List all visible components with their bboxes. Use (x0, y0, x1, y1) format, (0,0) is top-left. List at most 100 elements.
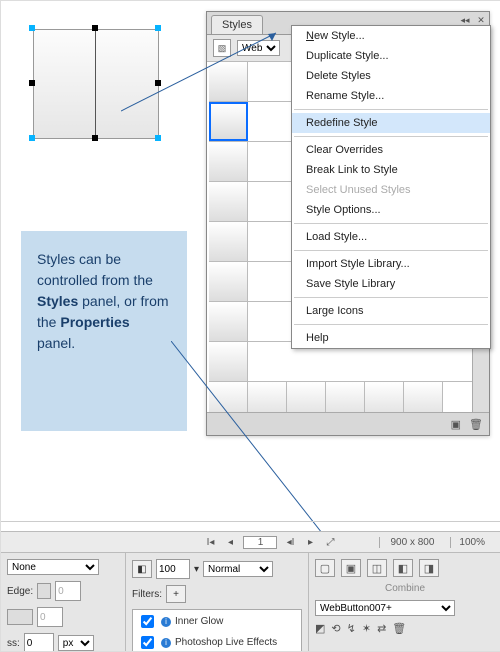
menu-item[interactable]: Save Style Library (292, 274, 490, 294)
filter-info-icon[interactable]: i (161, 617, 171, 627)
applied-style-select[interactable]: WebButton007+ (315, 600, 455, 616)
styles-context-menu: New Style...Duplicate Style...Delete Sty… (291, 25, 491, 349)
page-number: 1 (243, 536, 277, 549)
handle-left-center[interactable] (29, 80, 35, 86)
align-icon[interactable]: ◧ (393, 559, 413, 577)
style-swatch[interactable] (365, 382, 404, 412)
align-icon[interactable]: ◫ (367, 559, 387, 577)
action-icon[interactable]: ⟲ (331, 622, 340, 635)
menu-separator (294, 324, 488, 325)
style-swatch[interactable] (209, 142, 248, 181)
menu-item[interactable]: Import Style Library... (292, 254, 490, 274)
ss-label: ss: (7, 638, 20, 649)
styles-tab[interactable]: Styles (211, 15, 263, 34)
style-swatch[interactable] (404, 382, 443, 412)
menu-item[interactable]: Large Icons (292, 301, 490, 321)
styles-panel-footer: ▣ 🗑 (207, 412, 489, 435)
action-icon[interactable]: ⇄ (377, 622, 386, 635)
trash-icon[interactable]: 🗑 (469, 418, 483, 431)
callout-bubble: Styles can be controlled from the Styles… (21, 231, 187, 431)
menu-item[interactable]: New Style... (292, 26, 490, 46)
menu-item[interactable]: Redefine Style (292, 113, 490, 133)
menu-item[interactable]: Duplicate Style... (292, 46, 490, 66)
action-icon[interactable]: ✶ (362, 622, 371, 635)
style-swatch[interactable] (209, 62, 248, 101)
align-icon[interactable]: ▣ (341, 559, 361, 577)
filter-info-icon[interactable]: i (161, 638, 171, 648)
edge-label: Edge: (7, 586, 33, 597)
style-swatch[interactable] (326, 382, 365, 412)
handle-top-left[interactable] (29, 25, 35, 31)
canvas-size-label: 900 x 800 (379, 537, 444, 548)
section-divider (1, 521, 500, 522)
filter-row[interactable]: i Photoshop Live Effects (137, 633, 297, 652)
style-swatch[interactable] (248, 382, 287, 412)
nav-first-icon[interactable]: I◂ (203, 537, 217, 548)
ss-value-input[interactable] (24, 633, 54, 652)
nav-next-icon[interactable]: ◂I (283, 537, 297, 548)
handle-bottom-right[interactable] (155, 135, 161, 141)
style-swatch[interactable] (209, 222, 248, 261)
opacity-icon[interactable]: ◧ (132, 560, 152, 578)
menu-item[interactable]: Help (292, 328, 490, 348)
blend-mode-select[interactable]: Normal (203, 561, 273, 577)
style-swatch[interactable] (209, 302, 248, 341)
object-vertical-divider (95, 29, 96, 137)
opacity-dropdown-icon[interactable]: ▾ (194, 564, 199, 575)
align-icon[interactable]: ▢ (315, 559, 335, 577)
filters-label: Filters: (132, 589, 162, 600)
style-swatch[interactable] (209, 382, 248, 412)
edge-value-input[interactable] (55, 581, 81, 601)
nav-fit-icon[interactable]: ⤢ (323, 537, 337, 548)
style-swatch[interactable] (209, 262, 248, 301)
filter-checkbox[interactable] (141, 636, 154, 649)
filters-list: i Inner Glow i Photoshop Live Effects (132, 609, 302, 652)
menu-item[interactable]: Clear Overrides (292, 140, 490, 160)
handle-top-right[interactable] (155, 25, 161, 31)
style-swatch-selected[interactable] (209, 102, 248, 141)
style-swatch[interactable] (287, 382, 326, 412)
properties-panel: None Edge: ss: px ◧ ▾ Normal (1, 553, 500, 651)
action-icon[interactable]: ↯ (347, 622, 356, 635)
add-filter-button[interactable]: + (166, 585, 186, 603)
canvas-object[interactable] (33, 29, 157, 137)
opacity-input[interactable] (156, 559, 190, 579)
style-swatch[interactable] (209, 182, 248, 221)
nav-last-icon[interactable]: ▸ (303, 537, 317, 548)
menu-separator (294, 136, 488, 137)
document-nav-bar: I◂ ◂ 1 ◂I ▸ ⤢ 900 x 800 100% (1, 531, 500, 553)
filter-name: Inner Glow (175, 616, 223, 627)
callout-bold-properties: Properties (60, 314, 129, 330)
align-icon[interactable]: ◨ (419, 559, 439, 577)
ss-unit-select[interactable]: px (58, 635, 94, 651)
filter-row[interactable]: i Inner Glow (137, 612, 297, 631)
style-category-select[interactable]: Web (237, 40, 280, 56)
callout-bold-styles: Styles (37, 293, 78, 309)
menu-item[interactable]: Delete Styles (292, 66, 490, 86)
menu-item[interactable]: Break Link to Style (292, 160, 490, 180)
handle-top-center[interactable] (92, 25, 98, 31)
pathfinder-row: ▢ ▣ ◫ ◧ ◨ (315, 559, 495, 577)
nav-prev-icon[interactable]: ◂ (223, 537, 237, 548)
trash-icon[interactable]: 🗑 (392, 622, 406, 635)
callout-text-3: panel. (37, 335, 75, 351)
menu-separator (294, 297, 488, 298)
style-swatch[interactable] (209, 342, 248, 381)
handle-bottom-center[interactable] (92, 135, 98, 141)
texture-swatch[interactable] (7, 609, 33, 625)
edge-extra-input[interactable] (37, 607, 63, 627)
gradient-rect (33, 29, 159, 139)
swatch-view-icon[interactable]: ▧ (213, 39, 231, 57)
menu-item[interactable]: Style Options... (292, 200, 490, 220)
menu-separator (294, 223, 488, 224)
menu-item[interactable]: Rename Style... (292, 86, 490, 106)
menu-item[interactable]: Load Style... (292, 227, 490, 247)
edge-swatch[interactable] (37, 583, 51, 599)
action-icon[interactable]: ◩ (315, 622, 325, 635)
state-select[interactable]: None (7, 559, 99, 575)
new-style-icon[interactable]: ▣ (451, 418, 461, 431)
combine-label: Combine (385, 583, 425, 594)
filter-checkbox[interactable] (141, 615, 154, 628)
handle-bottom-left[interactable] (29, 135, 35, 141)
handle-right-center[interactable] (155, 80, 161, 86)
